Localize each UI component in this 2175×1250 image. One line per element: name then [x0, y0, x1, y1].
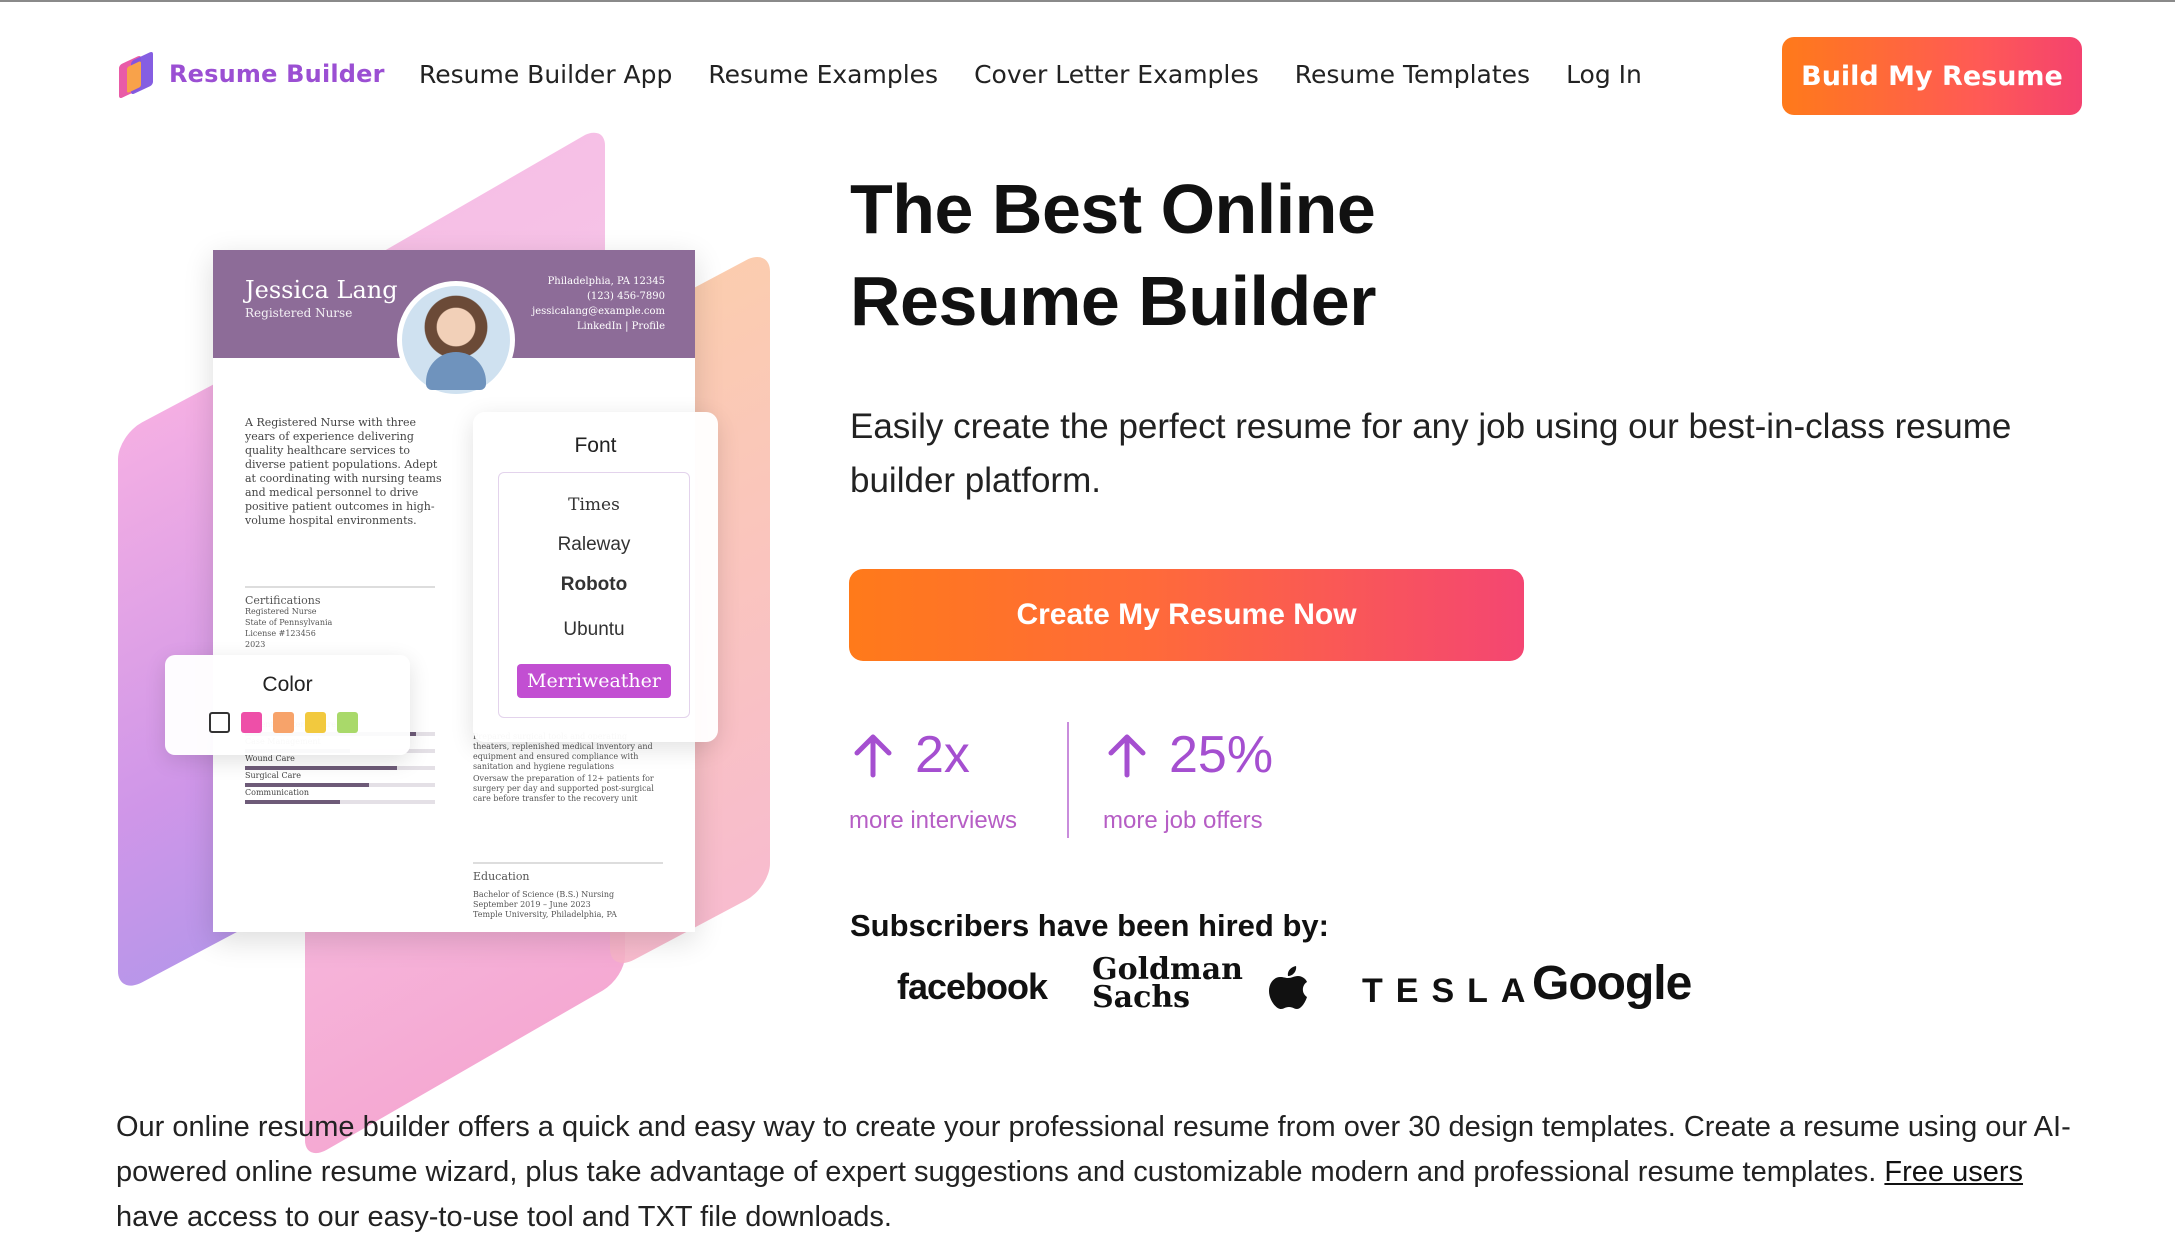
font-option-raleway[interactable]: Raleway	[499, 534, 689, 556]
create-my-resume-button[interactable]: Create My Resume Now	[849, 569, 1524, 661]
nav-cover-letter-examples[interactable]: Cover Letter Examples	[974, 60, 1259, 89]
experience-bullets: Prepared surgical tools and operating th…	[473, 732, 663, 804]
facebook-logo: facebook	[897, 966, 1048, 1007]
resume-summary: A Registered Nurse with three years of e…	[245, 416, 442, 527]
tesla-logo: TESLA	[1362, 972, 1539, 1010]
cert-line: Registered Nurse	[245, 607, 317, 616]
color-swatch[interactable]	[305, 712, 326, 733]
skill-label: Communication	[245, 788, 309, 797]
hired-by-heading: Subscribers have been hired by:	[850, 908, 1329, 943]
nav-resume-templates[interactable]: Resume Templates	[1295, 60, 1530, 89]
edu-line: Temple University, Philadelphia, PA	[473, 910, 617, 919]
stat-value: 2x	[915, 726, 970, 784]
education-details: Bachelor of Science (B.S.) Nursing Septe…	[473, 890, 617, 920]
bullet: Oversaw the preparation of 12+ patients …	[473, 774, 654, 803]
free-users-link[interactable]: Free users	[1884, 1156, 2023, 1188]
stat-label: more interviews	[849, 807, 1018, 834]
intro-text: Our online resume builder offers a quick…	[116, 1111, 2071, 1188]
font-option-list: Times Raleway Roboto Ubuntu Merriweather	[498, 472, 690, 718]
contact-line: LinkedIn | Profile	[576, 321, 665, 332]
page-title: The Best Online Resume Builder	[850, 163, 1376, 347]
stat-label: more job offers	[1103, 807, 1263, 834]
font-option-times[interactable]: Times	[499, 495, 689, 515]
skill-label: Surgical Care	[245, 771, 301, 780]
color-swatch[interactable]	[273, 712, 294, 733]
font-panel-title: Font	[574, 434, 617, 457]
resume-title: Registered Nurse	[245, 306, 353, 320]
contact-line: jessicalang@example.com	[532, 306, 665, 317]
top-border	[0, 0, 2175, 2]
certifications-heading: Certifications	[245, 586, 435, 607]
cert-line: License #123456	[245, 629, 316, 638]
nav-log-in[interactable]: Log In	[1566, 60, 1642, 89]
hero-subtitle: Easily create the perfect resume for any…	[850, 407, 2012, 500]
education-heading: Education	[473, 862, 663, 883]
resume-photo	[397, 281, 515, 399]
intro-text: have access to our easy-to-use tool and …	[116, 1201, 892, 1233]
title-line-2: Resume Builder	[850, 262, 1376, 340]
hero-illustration: Jessica Lang Registered Nurse Philadelph…	[110, 123, 790, 1163]
site-logo[interactable]: Resume Builder	[115, 50, 385, 100]
skill-item: Surgical Care	[245, 771, 435, 787]
skill-item: Communication	[245, 788, 435, 804]
title-line-1: The Best Online	[850, 170, 1376, 248]
edu-line: September 2019 – June 2023	[473, 900, 591, 909]
stat-interviews: 2x more interviews	[849, 725, 1017, 835]
skill-item: Wound Care	[245, 754, 435, 770]
arrow-up-icon	[1108, 734, 1146, 778]
stat-value: 25%	[1169, 726, 1274, 784]
color-swatch[interactable]	[337, 712, 358, 733]
main-nav: Resume Builder App Resume Examples Cover…	[419, 60, 1642, 89]
stat-divider	[1067, 722, 1069, 838]
font-option-merriweather-selected[interactable]: Merriweather	[517, 664, 671, 698]
resume-contact: Philadelphia, PA 12345 (123) 456-7890 je…	[532, 274, 665, 334]
color-picker-panel: Color	[165, 655, 410, 755]
color-swatch[interactable]	[241, 712, 262, 733]
color-swatches	[209, 712, 358, 733]
resume-name: Jessica Lang	[245, 276, 398, 304]
cert-line: State of Pennsylvania	[245, 618, 333, 627]
build-my-resume-button[interactable]: Build My Resume	[1782, 37, 2082, 115]
skill-level-bar	[245, 800, 435, 804]
contact-line: Philadelphia, PA 12345	[547, 276, 665, 287]
skill-level-bar	[245, 783, 435, 787]
intro-paragraph: Our online resume builder offers a quick…	[116, 1105, 2076, 1240]
font-picker-panel: Font Times Raleway Roboto Ubuntu Merriwe…	[473, 412, 718, 742]
cert-line: 2023	[245, 640, 266, 649]
contact-line: (123) 456-7890	[587, 291, 665, 302]
logo-icon	[115, 50, 155, 100]
font-option-ubuntu[interactable]: Ubuntu	[499, 619, 689, 641]
edu-line: Bachelor of Science (B.S.) Nursing	[473, 890, 615, 899]
nav-resume-examples[interactable]: Resume Examples	[708, 60, 938, 89]
google-logo: Google	[1532, 957, 1692, 1010]
skill-label: Wound Care	[245, 754, 295, 763]
logo-text: Resume Builder	[169, 60, 385, 88]
color-panel-title: Color	[262, 673, 313, 696]
skill-level-bar	[245, 766, 435, 770]
arrow-up-icon	[854, 734, 892, 778]
color-swatch[interactable]	[209, 712, 230, 733]
stat-job-offers: 25% more job offers	[1103, 725, 1273, 835]
goldman-sachs-logo: Goldman Sachs	[1092, 952, 1243, 1015]
apple-logo-icon	[1269, 966, 1307, 1009]
font-option-roboto[interactable]: Roboto	[499, 574, 689, 596]
certification-details: Registered Nurse State of Pennsylvania L…	[245, 606, 332, 650]
nav-resume-builder-app[interactable]: Resume Builder App	[419, 60, 672, 89]
